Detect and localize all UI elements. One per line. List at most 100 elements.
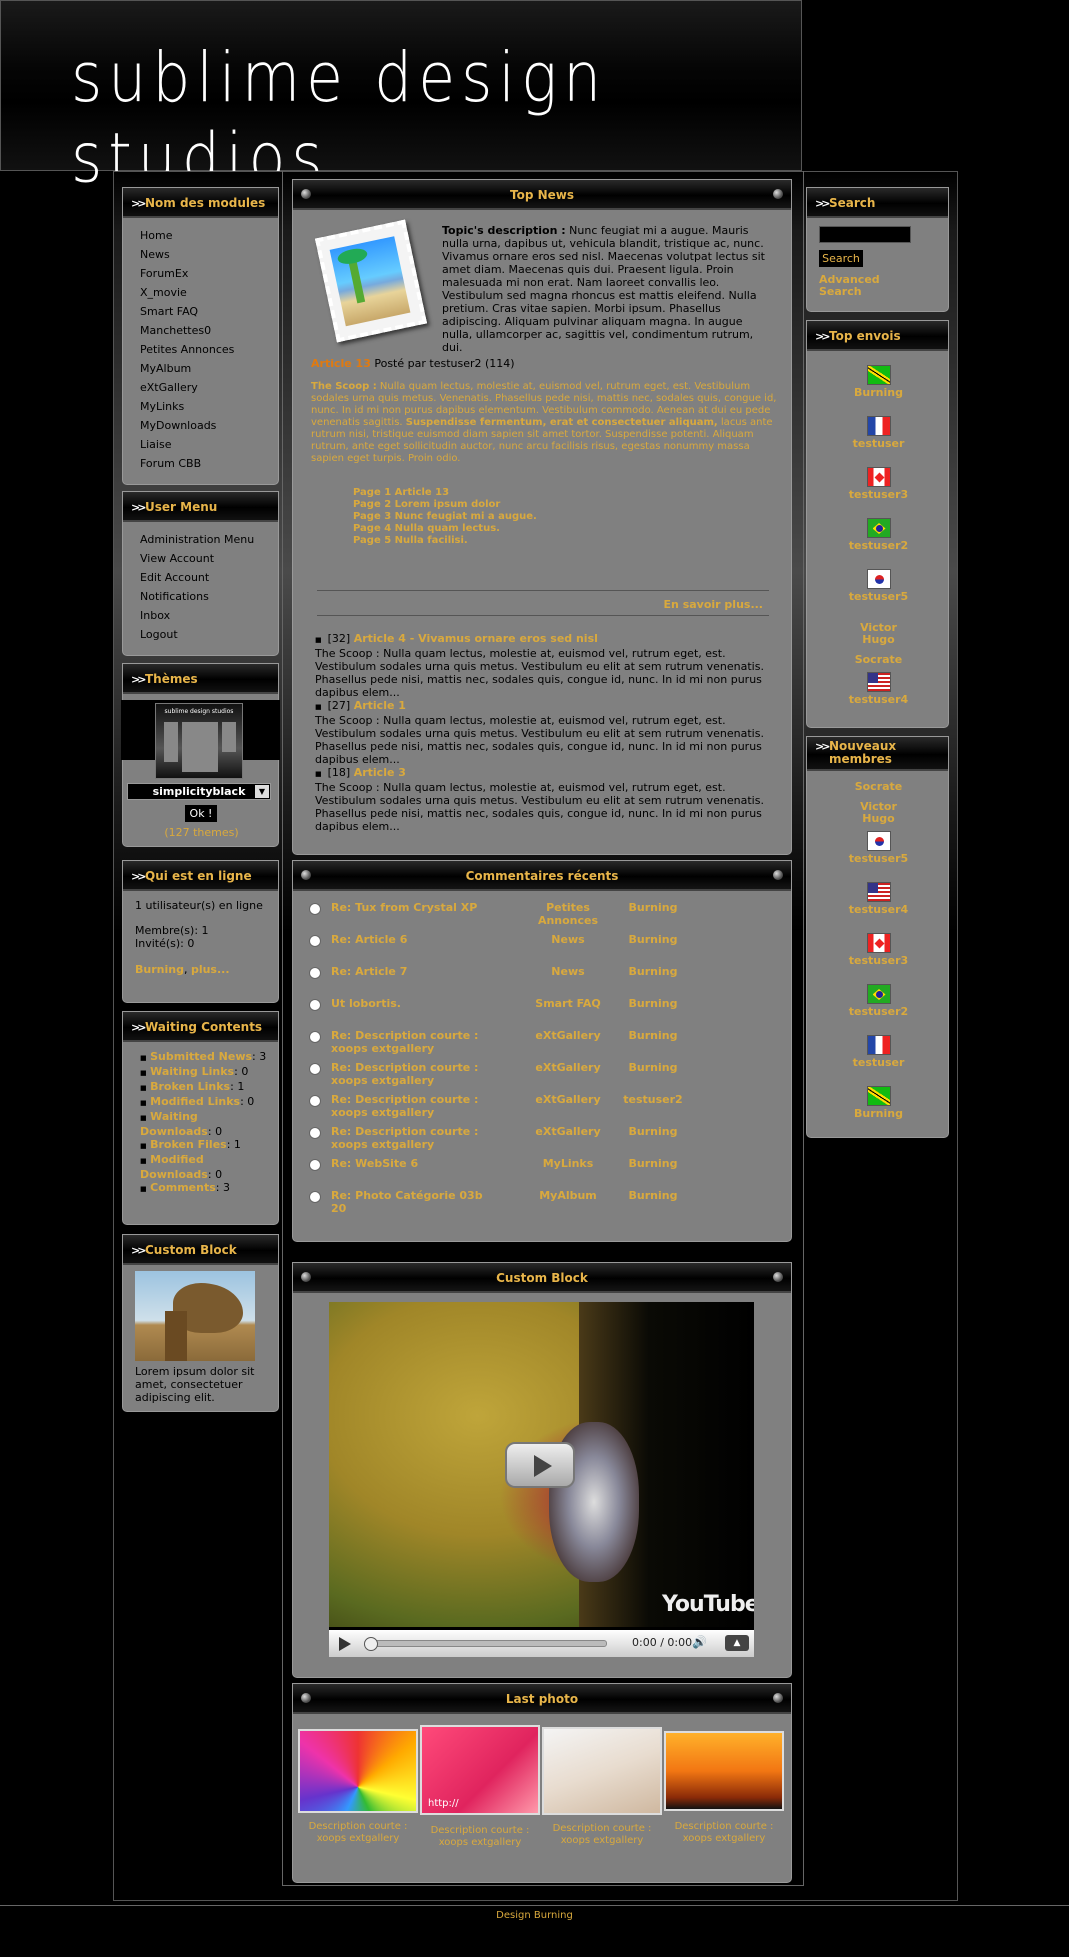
user-link[interactable]: testuser xyxy=(844,438,914,450)
module-menu-item[interactable]: Smart FAQ xyxy=(140,302,278,321)
photo-thumbnail-1[interactable] xyxy=(298,1729,418,1813)
user-menu-item[interactable]: Administration Menu xyxy=(140,530,278,549)
comment-user-link[interactable]: testuser2 xyxy=(613,1093,693,1106)
article-page-link[interactable]: Page 3 Nunc feugiat mi a augue. xyxy=(353,511,537,523)
youtube-logo[interactable]: YouTube xyxy=(662,1592,754,1617)
fullscreen-button[interactable]: ▲ xyxy=(725,1635,749,1651)
user-link[interactable]: testuser2 xyxy=(844,540,914,552)
site-logo[interactable]: sublime design studios xyxy=(71,38,761,199)
comment-title-link[interactable]: Re: Description courte : xoops extgaller… xyxy=(331,1061,491,1087)
waiting-link[interactable]: Comments xyxy=(150,1181,216,1194)
comment-title-link[interactable]: Re: WebSite 6 xyxy=(331,1157,491,1170)
module-menu-item[interactable]: MyDownloads xyxy=(140,416,278,435)
module-menu-item[interactable]: MyAlbum xyxy=(140,359,278,378)
user-link[interactable]: Socrate xyxy=(844,781,914,793)
read-more-link[interactable]: En savoir plus... xyxy=(613,598,763,611)
comment-user-link[interactable]: Burning xyxy=(613,1157,693,1170)
module-menu-item[interactable]: Petites Annonces xyxy=(140,340,278,359)
user-link[interactable]: testuser5 xyxy=(844,591,914,603)
article-page-link[interactable]: Page 4 Nulla quam lectus. xyxy=(353,523,537,535)
user-menu-item[interactable]: Edit Account xyxy=(140,568,278,587)
user-link[interactable]: Burning xyxy=(844,1108,914,1120)
comment-module-link[interactable]: News xyxy=(528,965,608,978)
user-link[interactable]: testuser5 xyxy=(844,853,914,865)
article-link[interactable]: Article 1 xyxy=(354,699,406,712)
module-menu-item[interactable]: Forum CBB xyxy=(140,454,278,473)
photo-thumbnail-3[interactable] xyxy=(542,1727,662,1815)
comment-user-link[interactable]: Burning xyxy=(613,997,693,1010)
comment-user-link[interactable]: Burning xyxy=(613,965,693,978)
module-menu-item[interactable]: Home xyxy=(140,226,278,245)
waiting-link[interactable]: Modified Downloads xyxy=(140,1153,208,1181)
seek-bar[interactable] xyxy=(364,1637,607,1651)
comment-title-link[interactable]: Re: Description courte : xoops extgaller… xyxy=(331,1029,491,1055)
user-link[interactable]: testuser2 xyxy=(844,1006,914,1018)
module-menu-item[interactable]: MyLinks xyxy=(140,397,278,416)
module-menu-item[interactable]: X_movie xyxy=(140,283,278,302)
comment-title-link[interactable]: Re: Tux from Crystal XP xyxy=(331,901,491,914)
theme-ok-button[interactable]: Ok ! xyxy=(185,805,217,822)
module-menu-item[interactable]: ForumEx xyxy=(140,264,278,283)
topic-image[interactable] xyxy=(314,219,428,343)
user-link[interactable]: Victor Hugo xyxy=(844,801,914,825)
user-link[interactable]: testuser3 xyxy=(844,489,914,501)
comment-title-link[interactable]: Ut lobortis. xyxy=(331,997,491,1010)
article-link[interactable]: Article 4 - Vivamus ornare eros sed nisl xyxy=(354,632,598,645)
user-menu-item[interactable]: Notifications xyxy=(140,587,278,606)
article-page-link[interactable]: Page 2 Lorem ipsum dolor xyxy=(353,499,537,511)
waiting-link[interactable]: Waiting Downloads xyxy=(140,1110,208,1138)
user-menu-item[interactable]: Logout xyxy=(140,625,278,644)
user-menu-item[interactable]: View Account xyxy=(140,549,278,568)
photo-thumbnail-2[interactable]: http:// xyxy=(420,1725,540,1815)
online-more-link[interactable]: plus... xyxy=(191,963,230,976)
user-link[interactable]: testuser4 xyxy=(844,694,914,706)
module-menu-item[interactable]: Manchettes0 xyxy=(140,321,278,340)
user-link[interactable]: testuser3 xyxy=(844,955,914,967)
comment-module-link[interactable]: News xyxy=(528,933,608,946)
comment-user-link[interactable]: Burning xyxy=(613,933,693,946)
comment-title-link[interactable]: Re: Article 7 xyxy=(331,965,491,978)
comment-user-link[interactable]: Burning xyxy=(613,1189,693,1202)
waiting-link[interactable]: Modified Links xyxy=(150,1095,240,1108)
comment-module-link[interactable]: MyLinks xyxy=(528,1157,608,1170)
comment-user-link[interactable]: Burning xyxy=(613,901,693,914)
comment-user-link[interactable]: Burning xyxy=(613,1029,693,1042)
user-link[interactable]: Victor Hugo xyxy=(844,622,914,646)
footer-credit[interactable]: Design Burning xyxy=(0,1910,1069,1921)
user-link[interactable]: testuser4 xyxy=(844,904,914,916)
play-overlay-button[interactable] xyxy=(505,1442,575,1488)
theme-select[interactable]: simplicityblack ▼ xyxy=(127,783,271,800)
article-page-link[interactable]: Page 1 Article 13 xyxy=(353,487,537,499)
seek-handle[interactable] xyxy=(364,1637,378,1651)
module-menu-item[interactable]: Liaise xyxy=(140,435,278,454)
waiting-link[interactable]: Broken Links xyxy=(150,1080,230,1093)
module-menu-item[interactable]: eXtGallery xyxy=(140,378,278,397)
online-user-link[interactable]: Burning xyxy=(135,963,184,976)
user-link[interactable]: testuser xyxy=(844,1057,914,1069)
comment-title-link[interactable]: Re: Photo Catégorie 03b 20 xyxy=(331,1189,491,1215)
comment-module-link[interactable]: eXtGallery xyxy=(528,1125,608,1138)
photo-thumbnail-4[interactable] xyxy=(664,1731,784,1811)
user-link[interactable]: Burning xyxy=(844,387,914,399)
comment-user-link[interactable]: Burning xyxy=(613,1061,693,1074)
comment-module-link[interactable]: eXtGallery xyxy=(528,1061,608,1074)
comment-title-link[interactable]: Re: Article 6 xyxy=(331,933,491,946)
article-link[interactable]: Article 3 xyxy=(354,766,406,779)
user-link[interactable]: Socrate xyxy=(844,654,914,666)
waiting-link[interactable]: Broken Files xyxy=(150,1138,227,1151)
play-icon[interactable] xyxy=(339,1637,351,1651)
comment-title-link[interactable]: Re: Description courte : xoops extgaller… xyxy=(331,1125,491,1151)
comment-module-link[interactable]: MyAlbum xyxy=(528,1189,608,1202)
advanced-search-link[interactable]: Advanced Search xyxy=(819,274,899,298)
theme-preview-thumbnail[interactable]: sublime design studios xyxy=(155,703,243,779)
article-page-link[interactable]: Page 5 Nulla facilisi. xyxy=(353,535,537,547)
module-menu-item[interactable]: News xyxy=(140,245,278,264)
video-player[interactable]: YouTube 0:00 / 0:00 🔊 ▲ xyxy=(329,1302,754,1657)
comment-module-link[interactable]: eXtGallery xyxy=(528,1093,608,1106)
comment-module-link[interactable]: Petites Annonces xyxy=(528,901,608,927)
search-input[interactable] xyxy=(819,226,911,243)
search-button[interactable]: Search xyxy=(819,250,863,267)
waiting-link[interactable]: Waiting Links xyxy=(150,1065,234,1078)
volume-icon[interactable]: 🔊 xyxy=(692,1635,708,1651)
comment-title-link[interactable]: Re: Description courte : xoops extgaller… xyxy=(331,1093,491,1119)
